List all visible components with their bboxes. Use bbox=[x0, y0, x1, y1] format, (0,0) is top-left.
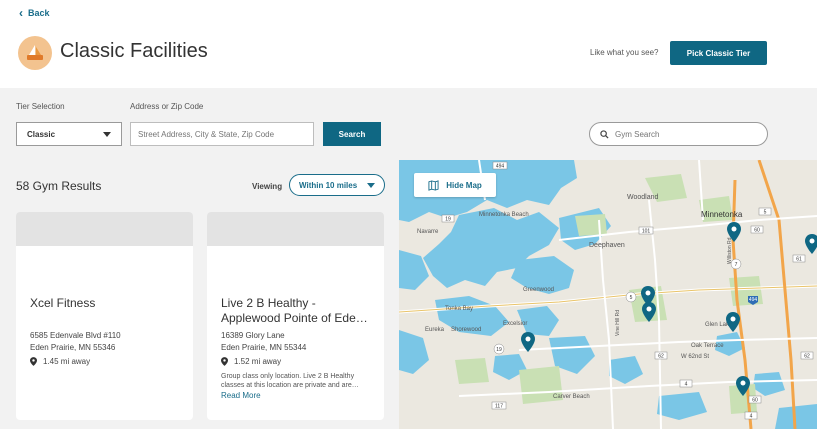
radius-select[interactable]: Within 10 miles bbox=[289, 174, 385, 196]
tier-selection-label: Tier Selection bbox=[16, 102, 65, 111]
route-shield: 5 bbox=[764, 210, 767, 216]
gym-name: Live 2 B Healthy - Applewood Pointe of E… bbox=[221, 296, 368, 325]
route-shield: 19 bbox=[445, 217, 451, 223]
map-place-label: Oak Terrace bbox=[691, 343, 724, 349]
search-icon bbox=[600, 129, 609, 139]
route-shield: 60 bbox=[754, 228, 760, 234]
address-label: Address or Zip Code bbox=[130, 102, 204, 111]
route-shield: 4 bbox=[750, 414, 753, 420]
page-header: ‹ Back Classic Facilities Like what you … bbox=[0, 0, 817, 88]
tier-logo bbox=[18, 36, 52, 70]
gym-card-image bbox=[207, 212, 384, 246]
viewing-label: Viewing bbox=[252, 182, 283, 191]
map-view[interactable]: Woodland Minnetonka Minnetonka Beach Nav… bbox=[399, 160, 817, 429]
gym-address-line1: 6585 Edenvale Blvd #110 bbox=[30, 331, 121, 340]
route-shield: 19 bbox=[496, 347, 502, 353]
results-count: 58 Gym Results bbox=[16, 179, 102, 193]
route-shield: 494 bbox=[496, 164, 505, 170]
read-more-link[interactable]: Read More bbox=[221, 391, 261, 400]
map-place-label: Carver Beach bbox=[553, 394, 590, 400]
map-canvas[interactable]: Woodland Minnetonka Minnetonka Beach Nav… bbox=[399, 160, 817, 429]
address-input[interactable] bbox=[130, 122, 314, 146]
hide-map-label: Hide Map bbox=[446, 180, 482, 190]
gym-address-line1: 16389 Glory Lane bbox=[221, 331, 285, 340]
gym-name: Xcel Fitness bbox=[30, 296, 96, 310]
gym-search-field[interactable] bbox=[589, 122, 768, 146]
map-place-label: Woodland bbox=[627, 194, 659, 201]
location-pin-icon bbox=[30, 357, 37, 366]
map-place-label: Deephaven bbox=[589, 242, 625, 249]
hide-map-button[interactable]: Hide Map bbox=[414, 173, 496, 197]
route-shield: 7 bbox=[735, 262, 738, 268]
route-shield: 62 bbox=[658, 354, 664, 360]
map-place-label: Minnetonka Beach bbox=[479, 212, 529, 218]
route-shield: 60 bbox=[752, 398, 758, 404]
map-place-label: Williston Rd bbox=[727, 237, 733, 264]
gym-address-line2: Eden Prairie, MN 55346 bbox=[30, 343, 116, 352]
radius-select-value: Within 10 miles bbox=[299, 180, 358, 190]
search-button[interactable]: Search bbox=[323, 122, 381, 146]
map-place-label: Eureka bbox=[425, 327, 445, 333]
map-place-label: Minnetonka bbox=[701, 210, 743, 219]
gym-address-line2: Eden Prairie, MN 55344 bbox=[221, 343, 307, 352]
route-shield: 5 bbox=[630, 295, 633, 301]
location-pin-icon bbox=[221, 357, 228, 366]
back-label: Back bbox=[28, 8, 50, 18]
tier-select-value: Classic bbox=[27, 129, 56, 139]
map-place-label: W 62nd St bbox=[681, 354, 709, 360]
page-title: Classic Facilities bbox=[60, 40, 208, 62]
back-link[interactable]: ‹ Back bbox=[19, 7, 50, 19]
map-icon bbox=[428, 179, 439, 191]
route-shield: 61 bbox=[796, 257, 802, 263]
like-text: Like what you see? bbox=[590, 48, 659, 57]
map-place-label: Greenwood bbox=[523, 287, 554, 293]
map-place-label: Shorewood bbox=[451, 327, 481, 333]
gym-distance-text: 1.52 mi away bbox=[234, 357, 282, 366]
map-place-label: Vine Hill Rd bbox=[615, 310, 621, 336]
chevron-left-icon: ‹ bbox=[19, 6, 23, 20]
caret-down-icon bbox=[367, 182, 375, 188]
gym-distance-text: 1.45 mi away bbox=[43, 357, 91, 366]
sailboat-icon bbox=[27, 45, 43, 60]
gym-search-input[interactable] bbox=[615, 129, 755, 139]
map-place-label: Tonka Bay bbox=[445, 306, 473, 312]
tier-select[interactable]: Classic bbox=[16, 122, 122, 146]
gym-distance: 1.52 mi away bbox=[221, 357, 281, 366]
map-place-label: Navarre bbox=[417, 229, 439, 235]
pick-tier-button[interactable]: Pick Classic Tier bbox=[670, 41, 767, 65]
map-place-label: Excelsior bbox=[503, 321, 527, 327]
route-shield: 117 bbox=[495, 404, 503, 410]
route-shield: 494 bbox=[749, 297, 758, 303]
gym-card[interactable]: Live 2 B Healthy - Applewood Pointe of E… bbox=[207, 212, 384, 420]
gym-description: Group class only location. Live 2 B Heal… bbox=[221, 373, 359, 389]
route-shield: 62 bbox=[804, 354, 810, 360]
caret-down-icon bbox=[103, 131, 111, 137]
gym-distance: 1.45 mi away bbox=[30, 357, 90, 366]
gym-card[interactable]: Xcel Fitness 6585 Edenvale Blvd #110 Ede… bbox=[16, 212, 193, 420]
gym-card-image bbox=[16, 212, 193, 246]
route-shield: 101 bbox=[642, 229, 651, 235]
route-shield: 4 bbox=[685, 382, 688, 388]
